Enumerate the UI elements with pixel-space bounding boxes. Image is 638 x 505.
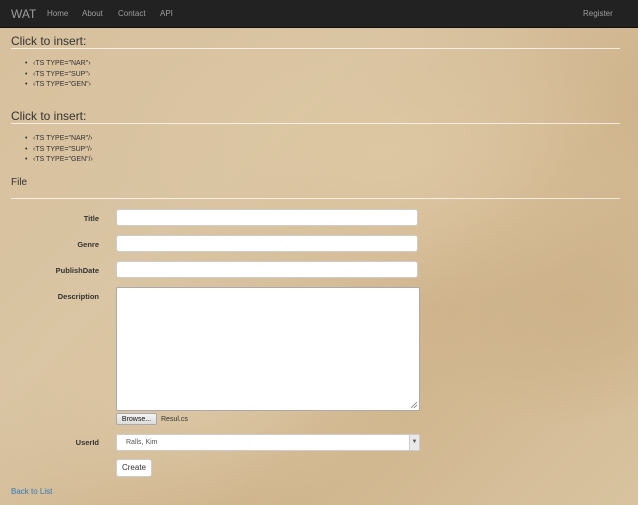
genre-input[interactable] [116,235,418,252]
insert-item-nar[interactable]: ‹TS TYPE="NAR"› [25,59,91,70]
userid-selected-value: Ralls, Kim [126,439,158,446]
userid-label: UserId [75,438,99,447]
browse-button[interactable]: Browse... [116,413,157,425]
divider [11,198,620,199]
insert-list-2: ‹TS TYPE="NAR"/› ‹TS TYPE="SUP"/› ‹TS TY… [25,134,93,166]
publish-date-label: PublishDate [55,266,99,275]
selected-filename: Resul.cs [161,416,188,423]
genre-label: Genre [77,240,99,249]
insert-list-1: ‹TS TYPE="NAR"› ‹TS TYPE="SUP"› ‹TS TYPE… [25,59,91,91]
insert-item-sup-selfclosing[interactable]: ‹TS TYPE="SUP"/› [25,145,93,156]
insert-item-nar-selfclosing[interactable]: ‹TS TYPE="NAR"/› [25,134,93,145]
insert-heading-2: Click to insert: [11,109,87,123]
description-textarea[interactable] [116,287,420,411]
publish-date-input[interactable] [116,261,418,278]
insert-item-sup[interactable]: ‹TS TYPE="SUP"› [25,70,91,81]
form-title: File [11,177,28,188]
insert-item-gen[interactable]: ‹TS TYPE="GEN"› [25,80,91,91]
insert-heading-1: Click to insert: [11,34,87,48]
resize-grip-icon[interactable] [411,402,417,408]
chevron-down-icon[interactable]: ▼ [409,435,419,450]
title-input[interactable] [116,209,418,226]
nav-about-link[interactable]: About [82,9,103,18]
nav-contact-link[interactable]: Contact [118,9,146,18]
register-link[interactable]: Register [583,9,613,18]
insert-item-gen-selfclosing[interactable]: ‹TS TYPE="GEN"/› [25,155,93,166]
userid-select[interactable]: Ralls, Kim ▼ [116,434,420,451]
navbar: WAT Home About Contact API Register [0,0,638,28]
divider [11,48,620,49]
create-button[interactable]: Create [116,459,152,477]
title-label: Title [83,214,99,223]
brand-link[interactable]: WAT [11,7,36,21]
nav-home-link[interactable]: Home [47,9,68,18]
divider [11,123,620,124]
description-label: Description [57,292,99,301]
nav-api-link[interactable]: API [160,9,173,18]
back-to-list-link[interactable]: Back to List [11,487,52,496]
